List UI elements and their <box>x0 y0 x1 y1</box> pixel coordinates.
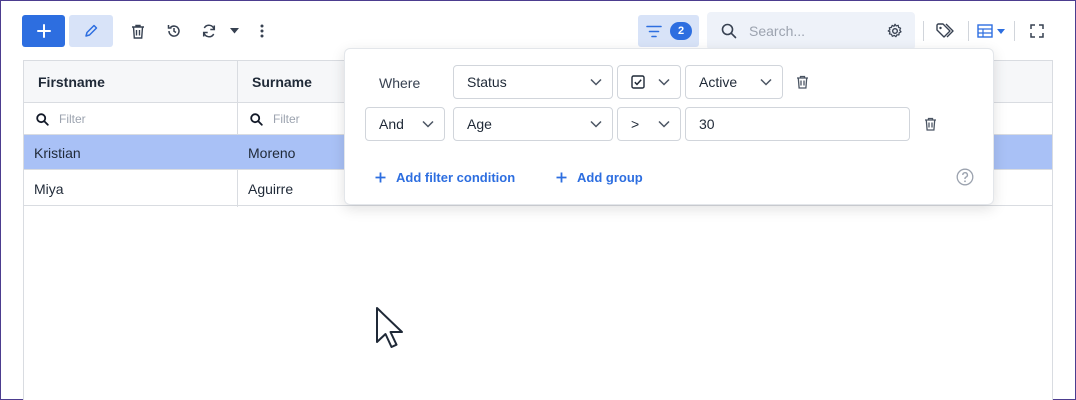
operator-select-value: > <box>631 116 640 132</box>
more-vertical-icon <box>260 24 264 38</box>
search-box[interactable] <box>707 12 915 50</box>
checkbox-checked-icon <box>631 75 645 89</box>
search-input[interactable] <box>749 23 875 39</box>
plus-icon <box>375 172 386 182</box>
column-header-firstname[interactable]: Firstname <box>24 61 238 103</box>
filter-count-badge: 2 <box>670 22 692 40</box>
toolbar-divider <box>968 21 969 41</box>
search-icon <box>250 112 263 126</box>
chevron-down-icon <box>658 120 670 128</box>
chevron-down-icon <box>658 78 670 86</box>
field-select-2[interactable]: Age <box>453 107 613 141</box>
refresh-menu-caret[interactable] <box>227 15 241 47</box>
value-input-2[interactable]: 30 <box>685 107 910 141</box>
chevron-down-icon <box>422 120 434 128</box>
undo-button[interactable] <box>162 15 186 47</box>
history-icon <box>167 25 180 37</box>
tag-icon <box>936 23 954 38</box>
trash-icon <box>132 24 144 39</box>
operator-select-1[interactable] <box>617 65 681 99</box>
filter-builder-popup: Where Status Active And Age > 30 Add fil… <box>344 48 994 205</box>
fullscreen-icon <box>1030 24 1044 38</box>
delete-condition-button[interactable] <box>792 72 812 92</box>
add-group-button[interactable]: Add group <box>556 166 643 188</box>
caret-down-icon <box>229 28 239 34</box>
cell-firstname: Kristian <box>34 144 81 161</box>
field-select-1[interactable]: Status <box>453 65 613 99</box>
mouse-cursor-icon <box>376 307 403 348</box>
column-filter-input[interactable] <box>59 112 179 126</box>
search-icon <box>36 112 49 126</box>
trash-icon <box>924 117 936 131</box>
field-select-value: Status <box>467 74 507 90</box>
chevron-down-icon <box>760 78 772 86</box>
filter-cell-firstname <box>24 103 237 135</box>
operator-select-2[interactable]: > <box>617 107 681 141</box>
toolbar-divider <box>1014 21 1015 41</box>
connector-select[interactable]: And <box>365 107 445 141</box>
add-group-label: Add group <box>577 169 643 185</box>
columns-button[interactable] <box>976 15 1006 47</box>
connector-select-value: And <box>379 116 404 132</box>
value-input-text: 30 <box>699 116 715 132</box>
add-filter-condition-label: Add filter condition <box>396 169 516 185</box>
gear-icon[interactable] <box>887 23 903 39</box>
filter-button[interactable]: 2 <box>638 15 699 47</box>
chevron-down-icon <box>590 120 602 128</box>
refresh-icon <box>202 24 216 38</box>
field-select-value: Age <box>467 116 492 132</box>
refresh-button[interactable] <box>197 15 221 47</box>
search-icon <box>721 23 737 39</box>
where-label: Where <box>379 74 421 91</box>
help-icon[interactable] <box>956 168 974 186</box>
filter-lines-icon <box>646 25 662 37</box>
toolbar-divider <box>923 21 924 41</box>
value-select-value: Active <box>699 74 738 90</box>
plus-icon <box>556 172 567 182</box>
add-button[interactable] <box>22 15 65 47</box>
value-select-1[interactable]: Active <box>685 65 783 99</box>
tags-button[interactable] <box>932 15 958 47</box>
edit-button[interactable] <box>69 15 113 47</box>
caret-down-icon <box>997 28 1005 34</box>
table-columns-icon <box>977 24 993 38</box>
delete-button[interactable] <box>126 15 150 47</box>
trash-icon <box>796 75 808 89</box>
fullscreen-button[interactable] <box>1025 15 1049 47</box>
add-filter-condition-button[interactable]: Add filter condition <box>375 166 515 188</box>
more-button[interactable] <box>250 15 274 47</box>
delete-condition-button[interactable] <box>920 114 940 134</box>
chevron-down-icon <box>590 78 602 86</box>
pencil-icon <box>85 24 98 37</box>
cell-firstname: Miya <box>34 180 64 197</box>
plus-icon <box>36 24 51 38</box>
